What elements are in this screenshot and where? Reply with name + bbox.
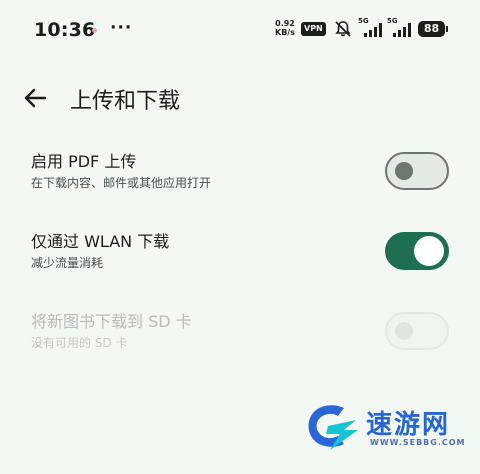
vpn-badge: VPN (301, 22, 326, 36)
status-bar: 10:36 ··· 0.92 KB/s VPN 5G 5G 88 (0, 0, 480, 60)
watermark-name: 速游网 (366, 410, 451, 440)
network-speed: 0.92 KB/s (272, 19, 298, 37)
pdf-upload-toggle[interactable] (385, 152, 449, 190)
toggle-knob (414, 236, 444, 266)
watermark-url: WWW.SEBBG.COM (370, 438, 466, 447)
setting-title: 将新图书下载到 SD 卡 (31, 312, 192, 331)
setting-title: 启用 PDF 上传 (31, 152, 137, 171)
battery-icon (446, 26, 448, 32)
wlan-only-toggle[interactable] (385, 232, 449, 270)
watermark-logo-icon (308, 405, 358, 450)
battery-level: 88 (418, 21, 445, 37)
setting-sd-card-download: 将新图书下载到 SD 卡 没有可用的 SD 卡 (0, 300, 480, 366)
setting-summary: 减少流量消耗 (31, 256, 104, 270)
page-title: 上传和下载 (70, 89, 181, 114)
setting-summary: 在下载内容、邮件或其他应用打开 (31, 176, 212, 190)
notification-dot-icon (92, 28, 97, 33)
setting-pdf-upload[interactable]: 启用 PDF 上传 在下载内容、邮件或其他应用打开 (0, 140, 480, 206)
sd-card-toggle (385, 312, 449, 350)
network-speed-unit: KB/s (275, 28, 295, 37)
setting-title: 仅通过 WLAN 下载 (31, 232, 170, 251)
status-time: 10:36 (34, 19, 96, 41)
setting-summary: 没有可用的 SD 卡 (31, 336, 128, 350)
back-arrow-icon[interactable] (22, 85, 48, 111)
sim1-signal: 5G (358, 17, 382, 39)
setting-wlan-only-download[interactable]: 仅通过 WLAN 下载 减少流量消耗 (0, 220, 480, 286)
signal-bars-icon (393, 23, 411, 37)
toggle-knob (395, 162, 413, 180)
watermark: 速游网 WWW.SEBBG.COM (300, 400, 470, 460)
mute-bell-icon (335, 21, 351, 37)
app-bar: 上传和下载 (0, 72, 480, 124)
signal-bars-icon (364, 23, 382, 37)
sim2-signal: 5G (387, 17, 411, 39)
more-notifications-icon: ··· (110, 18, 133, 38)
network-speed-value: 0.92 (275, 19, 295, 28)
toggle-knob (395, 322, 413, 340)
